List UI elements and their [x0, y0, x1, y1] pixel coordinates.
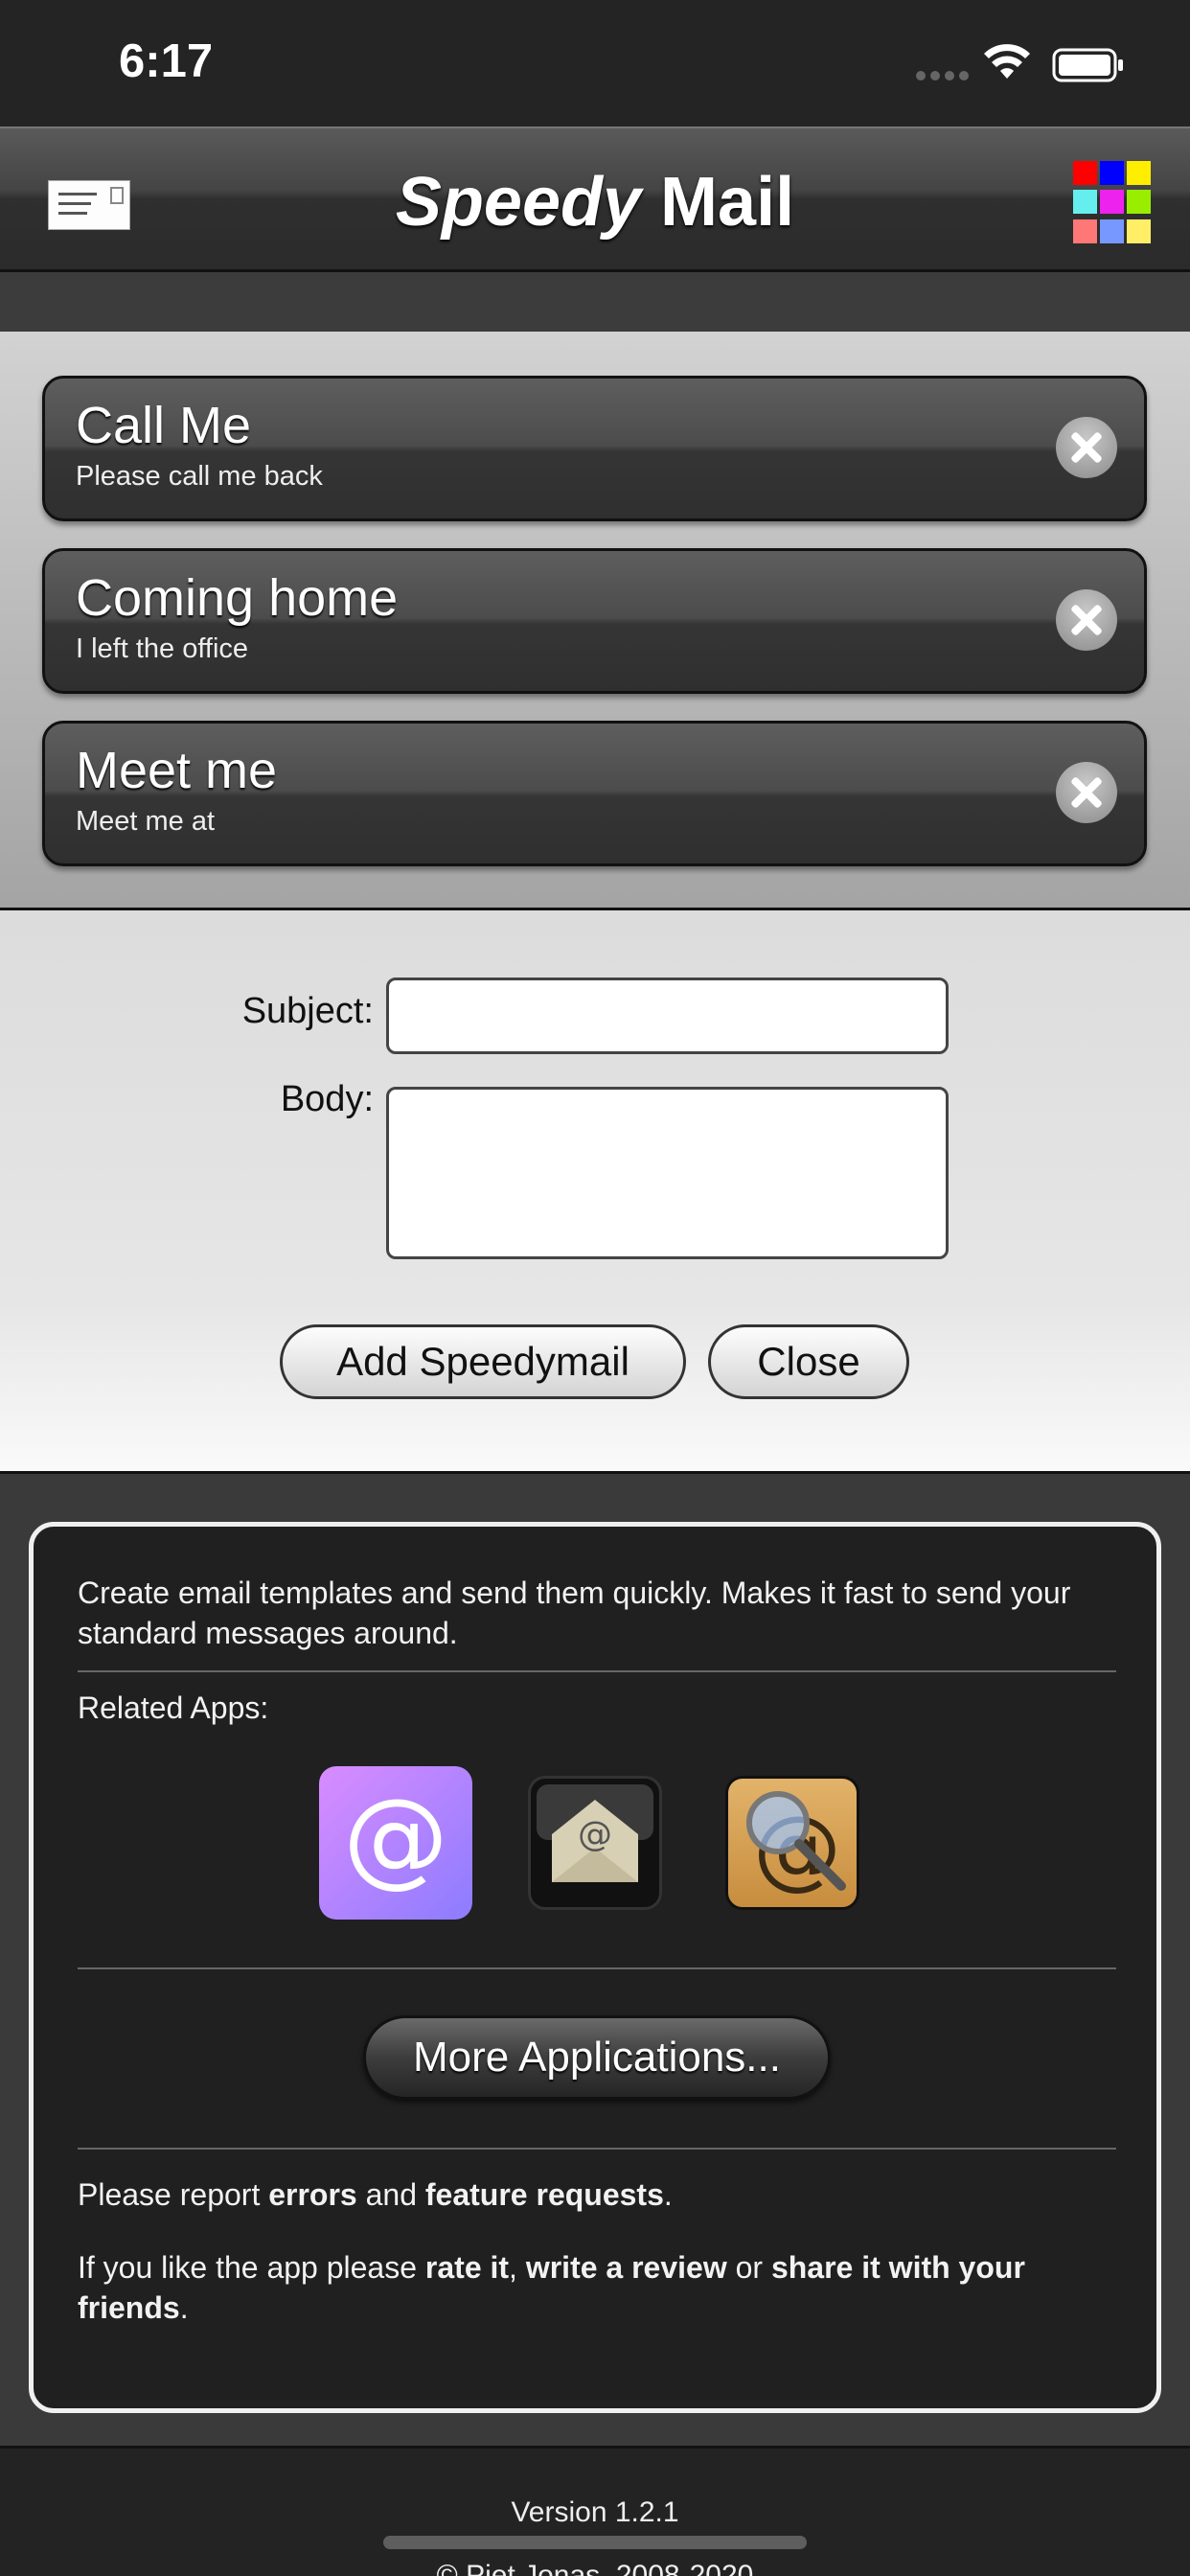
grid-square [1073, 190, 1097, 215]
copyright-label: © Piet Jonas, 2008-2020 [436, 2560, 754, 2576]
period: . [179, 2290, 189, 2325]
subject-label: Subject: [241, 991, 374, 1031]
feature-requests-link[interactable]: feature requests [425, 2177, 664, 2212]
delete-icon[interactable] [1056, 762, 1117, 823]
grid-square [1100, 218, 1124, 243]
comma: , [509, 2250, 526, 2285]
toolbar-strip [0, 272, 1190, 332]
body-label: Body: [280, 1079, 374, 1119]
info-section: Create email templates and send them qui… [0, 1474, 1190, 2446]
grid-square [1100, 190, 1124, 215]
grid-square [1127, 218, 1151, 243]
status-time: 6:17 [119, 35, 214, 87]
template-item[interactable]: Meet me Meet me at [42, 721, 1147, 866]
grid-square [1127, 190, 1151, 215]
template-item[interactable]: Coming home I left the office [42, 548, 1147, 694]
app-title-rest: Mail [660, 164, 795, 241]
home-indicator[interactable] [383, 2536, 807, 2549]
report-prefix: Please report [78, 2177, 269, 2212]
report-suffix: . [663, 2177, 673, 2212]
body-textarea[interactable] [386, 1087, 949, 1259]
template-title: Call Me [76, 397, 252, 454]
new-template-form: Subject: Body: Add Speedymail Close [0, 910, 1190, 1474]
app-description: Create email templates and send them qui… [78, 1576, 1071, 1650]
delete-icon[interactable] [1056, 589, 1117, 651]
or-text: or [726, 2250, 771, 2285]
apps-grid-icon[interactable] [1073, 161, 1157, 245]
grid-square [1073, 161, 1097, 185]
svg-text:@: @ [578, 1815, 612, 1854]
report-text: Please report errors and feature request… [78, 2174, 1122, 2215]
report-and: and [356, 2177, 425, 2212]
status-bar: 6:17 [0, 0, 1190, 126]
footer: Version 1.2.1 © Piet Jonas, 2008-2020 [0, 2446, 1190, 2576]
related-apps-label: Related Apps: [78, 1690, 269, 1725]
template-body: Please call me back [76, 461, 323, 492]
close-button[interactable]: Close [708, 1324, 909, 1399]
subject-input[interactable] [386, 978, 949, 1054]
template-title: Coming home [76, 569, 399, 627]
version-label: Version 1.2.1 [511, 2496, 679, 2528]
search-mail-app-icon[interactable]: @ [725, 1776, 859, 1910]
grid-square [1100, 161, 1124, 185]
navigation-bar: Speedy Mail [0, 126, 1190, 272]
grid-square [1127, 161, 1151, 185]
info-panel: Create email templates and send them qui… [29, 1522, 1161, 2413]
add-speedymail-button[interactable]: Add Speedymail [280, 1324, 686, 1399]
template-body: Meet me at [76, 806, 216, 837]
app-title-italic: Speedy [395, 164, 642, 241]
battery-icon [1052, 48, 1123, 82]
delete-icon[interactable] [1056, 417, 1117, 478]
templates-list: Call Me Please call me back Coming home … [0, 332, 1190, 910]
mail-envelope-app-icon[interactable]: @ [528, 1776, 662, 1910]
template-body: I left the office [76, 633, 249, 664]
at-sign-app-icon[interactable]: @ [319, 1766, 472, 1920]
divider [78, 1967, 1116, 1969]
more-applications-button[interactable]: More Applications... [363, 2015, 831, 2100]
app-title: Speedy Mail [0, 163, 1190, 242]
grid-square [1073, 218, 1097, 243]
wifi-icon [984, 44, 1030, 79]
rating-text: If you like the app please rate it, writ… [78, 2247, 1122, 2328]
cellular-signal-icon [916, 71, 969, 80]
errors-link[interactable]: errors [268, 2177, 357, 2212]
like-prefix: If you like the app please [78, 2250, 425, 2285]
svg-text:@: @ [343, 1776, 448, 1898]
write-review-link[interactable]: write a review [526, 2250, 727, 2285]
rate-it-link[interactable]: rate it [425, 2250, 509, 2285]
template-item[interactable]: Call Me Please call me back [42, 376, 1147, 521]
divider [78, 2148, 1116, 2150]
divider [78, 1670, 1116, 1672]
template-title: Meet me [76, 742, 278, 799]
